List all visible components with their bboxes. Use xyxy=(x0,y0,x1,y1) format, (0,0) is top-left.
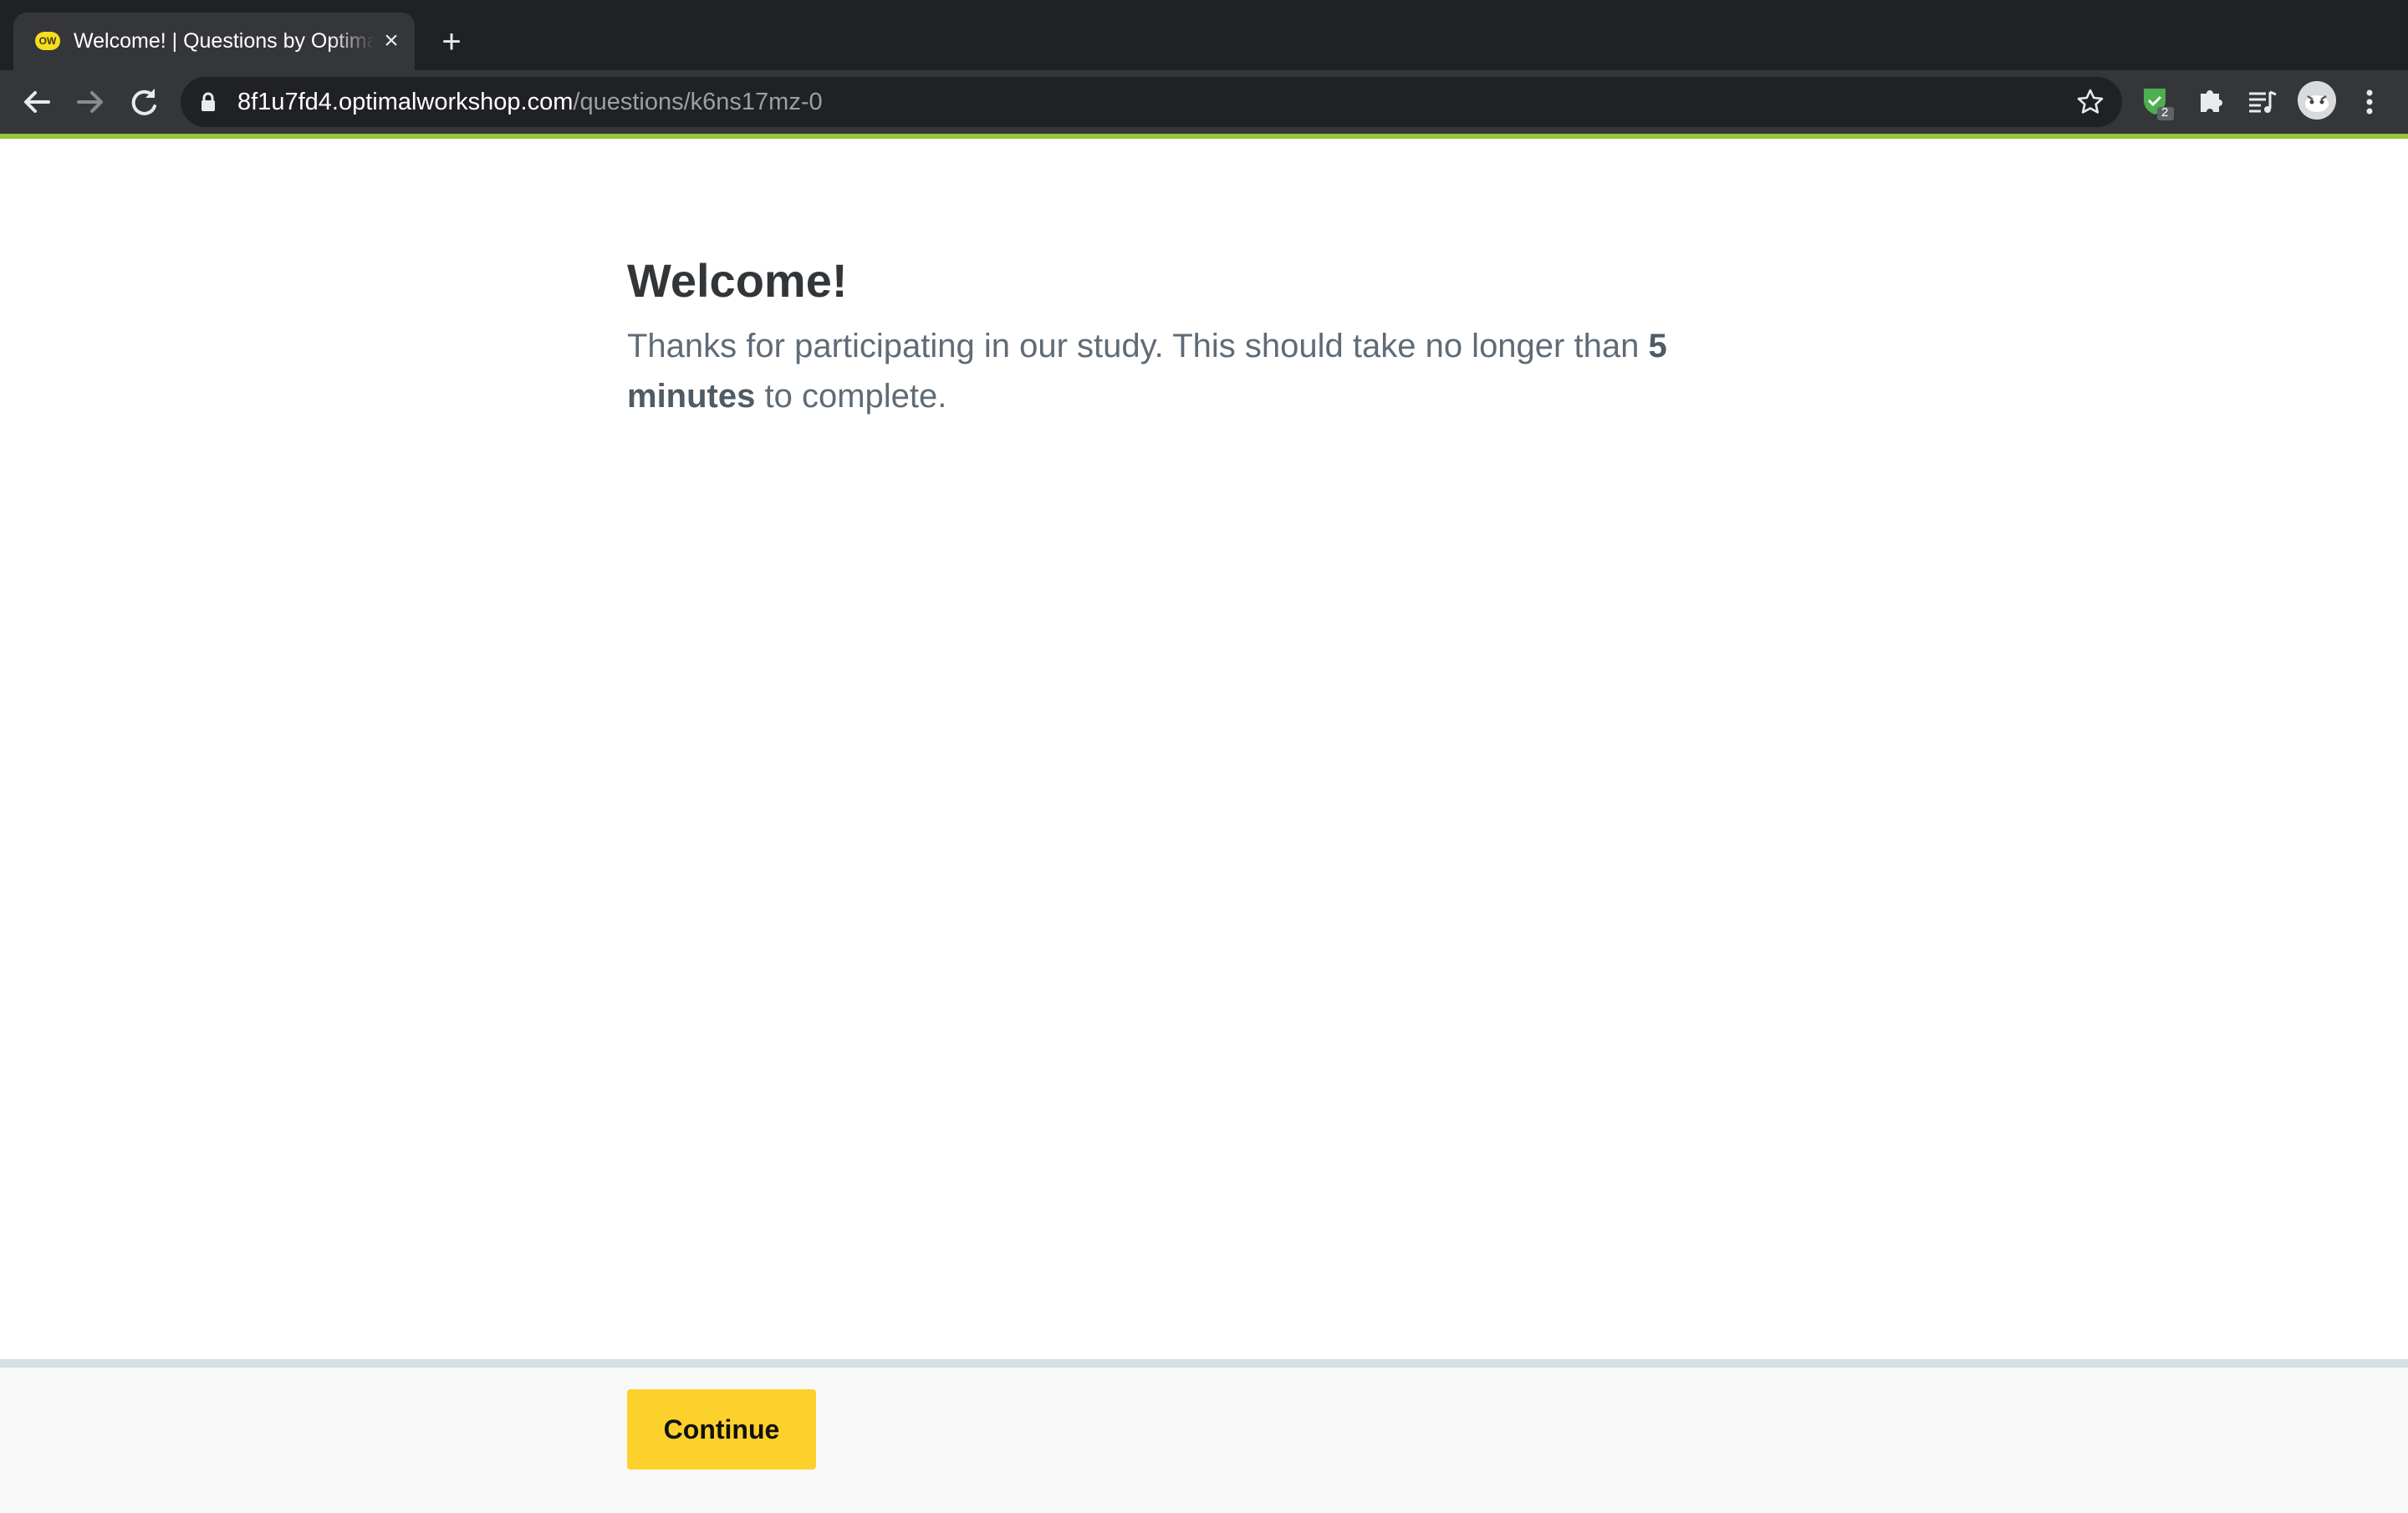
browser-tab[interactable]: OW Welcome! | Questions by Optimal Works… xyxy=(13,13,415,70)
url-text[interactable]: 8f1u7fd4.optimalworkshop.com/questions/k… xyxy=(237,77,823,127)
reload-icon[interactable] xyxy=(124,82,164,122)
forward-arrow-icon[interactable] xyxy=(70,82,110,122)
browser-tab-strip: OW Welcome! | Questions by Optimal Works… xyxy=(0,0,2408,70)
browser-toolbar: 8f1u7fd4.optimalworkshop.com/questions/k… xyxy=(0,70,2408,134)
tab-title: Welcome! | Questions by Optimal Workshop xyxy=(74,29,375,53)
page-title: Welcome! xyxy=(627,254,848,307)
progress-accent-bar xyxy=(0,134,2408,139)
lock-icon[interactable] xyxy=(201,92,216,112)
back-arrow-icon[interactable] xyxy=(17,82,57,122)
address-bar[interactable]: 8f1u7fd4.optimalworkshop.com/questions/k… xyxy=(181,77,2122,127)
welcome-section: Welcome! Thanks for participating in our… xyxy=(627,251,1681,421)
shield-check-icon[interactable]: 2 xyxy=(2139,84,2176,120)
welcome-message-suffix: to complete. xyxy=(755,378,947,415)
puzzle-icon[interactable] xyxy=(2192,84,2229,120)
extension-badge: 2 xyxy=(2161,105,2169,120)
welcome-message-prefix: Thanks for participating in our study. T… xyxy=(627,328,1649,364)
footer-bar: Continue xyxy=(0,1359,2408,1513)
optimal-workshop-favicon-icon: OW xyxy=(35,32,60,50)
url-path: /questions/k6ns17mz-0 xyxy=(573,89,823,115)
welcome-message: Thanks for participating in our study. T… xyxy=(627,321,1681,421)
more-vert-icon[interactable] xyxy=(2360,82,2380,122)
url-host: 8f1u7fd4.optimalworkshop.com xyxy=(237,89,574,115)
star-icon[interactable] xyxy=(2075,87,2105,117)
continue-button[interactable]: Continue xyxy=(627,1389,816,1470)
media-queue-icon[interactable] xyxy=(2244,84,2281,120)
close-icon[interactable]: × xyxy=(378,28,405,54)
profile-avatar[interactable] xyxy=(2298,81,2336,120)
new-tab-plus-icon[interactable]: + xyxy=(433,23,470,60)
